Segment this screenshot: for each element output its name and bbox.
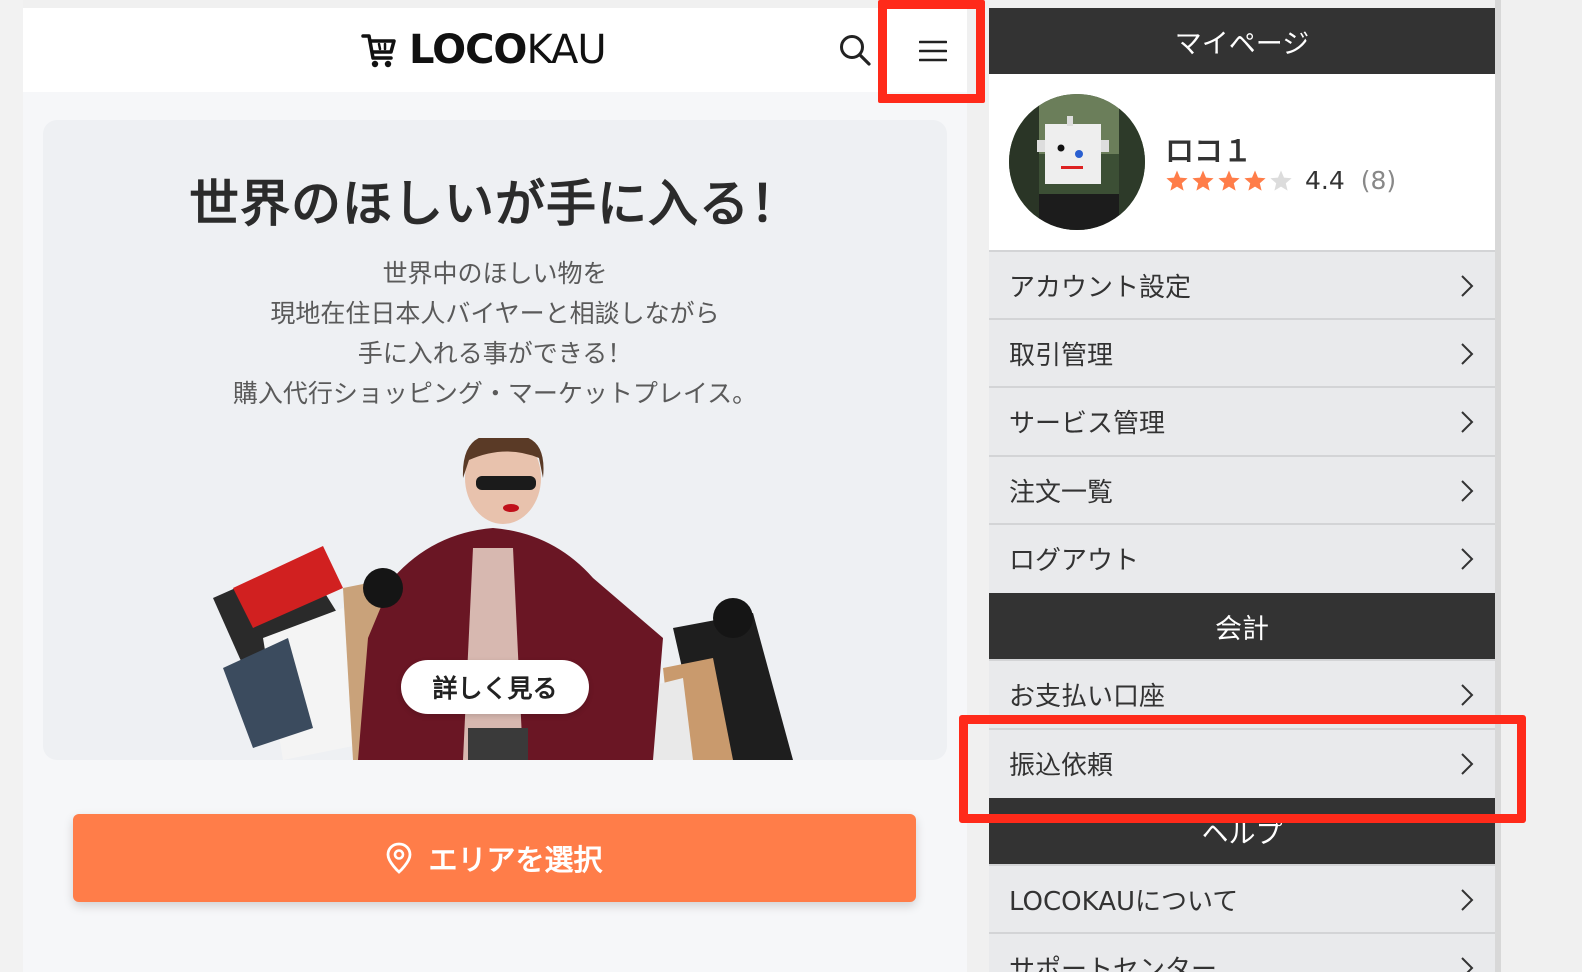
star-filled-icon	[1192, 170, 1214, 191]
chevron-right-icon	[1461, 343, 1474, 365]
cart-icon	[361, 34, 396, 68]
chevron-right-icon	[1461, 684, 1474, 706]
menu-item-payment-account[interactable]: お支払い口座	[989, 659, 1495, 727]
menu-item-account-settings[interactable]: アカウント設定	[989, 250, 1495, 318]
menu-item-logout[interactable]: ログアウト	[989, 523, 1495, 591]
user-profile[interactable]: ロコ１ 4.4 (8)	[989, 74, 1495, 250]
scrollbar-track	[1495, 0, 1501, 972]
hero-description: 世界中のほしい物を 現地在住日本人バイヤーと相談しながら 手に入れる事ができる！…	[43, 254, 947, 414]
screen: LOCOKAU 世界のほしいが手に入る！ 世界中のほしい物を 現地在住日本人バイ…	[0, 0, 1582, 972]
menu-item-about[interactable]: LOCOKAUについて	[989, 864, 1495, 932]
menu-item-service-management[interactable]: サービス管理	[989, 386, 1495, 454]
star-filled-icon	[1244, 170, 1266, 191]
hero-description-line: 購入代行ショッピング・マーケットプレイス。	[232, 379, 758, 408]
location-pin-icon	[387, 842, 412, 874]
hero-banner: 世界のほしいが手に入る！ 世界中のほしい物を 現地在住日本人バイヤーと相談しなが…	[43, 120, 947, 760]
browser-gutter	[0, 0, 23, 972]
help-section-header: ヘルプ	[989, 798, 1495, 864]
menu-item-label: LOCOKAUについて	[1009, 886, 1239, 917]
menu-item-transactions[interactable]: 取引管理	[989, 318, 1495, 386]
main-page: LOCOKAU 世界のほしいが手に入る！ 世界中のほしい物を 現地在住日本人バイ…	[23, 8, 967, 972]
menu-item-label: ログアウト	[1009, 545, 1140, 576]
chevron-right-icon	[1461, 548, 1474, 570]
rating-value: 4.4	[1305, 166, 1345, 195]
chevron-right-icon	[1461, 889, 1474, 911]
menu-item-label: サービス管理	[1009, 408, 1166, 439]
user-name: ロコ１	[1165, 134, 1253, 168]
hero-description-line: 手に入れる事ができる！	[357, 339, 633, 368]
menu-item-transfer-request[interactable]: 振込依頼	[989, 728, 1495, 796]
select-area-button[interactable]: エリアを選択	[73, 814, 916, 902]
hero-title: 世界のほしいが手に入る！	[189, 175, 801, 233]
detail-button[interactable]: 詳しく見る	[401, 660, 589, 714]
select-area-label: エリアを選択	[428, 843, 603, 877]
menu-item-label: 振込依頼	[1009, 750, 1114, 781]
search-icon	[840, 35, 871, 66]
site-header: LOCOKAU	[23, 8, 967, 92]
hero-description-line: 世界中のほしい物を	[382, 259, 608, 288]
star-filled-icon	[1218, 170, 1240, 191]
chevron-right-icon	[1461, 753, 1474, 775]
chevron-right-icon	[1461, 275, 1474, 297]
search-button[interactable]	[833, 28, 877, 72]
menu-item-label: お支払い口座	[1009, 681, 1166, 712]
hamburger-menu-button[interactable]	[887, 6, 979, 96]
menu-item-orders[interactable]: 注文一覧	[989, 455, 1495, 523]
rating: 4.4 (8)	[1165, 166, 1396, 195]
accounting-section-header: 会計	[989, 593, 1495, 659]
side-drawer: マイページ ロコ１ 4.4 (8) アカウント設定 取引管理 サービス管理 注文…	[989, 8, 1495, 972]
menu-item-label: アカウント設定	[1009, 272, 1192, 303]
hero-description-line: 現地在住日本人バイヤーと相談しながら	[270, 299, 720, 328]
review-count: (8)	[1360, 166, 1397, 195]
chevron-right-icon	[1461, 411, 1474, 433]
menu-item-support-center[interactable]: サポートセンター	[989, 932, 1495, 972]
star-filled-icon	[1166, 170, 1188, 191]
chevron-right-icon	[1461, 480, 1474, 502]
avatar	[1009, 94, 1145, 230]
hamburger-icon	[919, 40, 947, 62]
site-logo[interactable]: LOCOKAU	[361, 26, 607, 74]
logo-text: LOCOKAU	[409, 27, 607, 73]
chevron-right-icon	[1461, 957, 1474, 972]
menu-item-label: 取引管理	[1009, 340, 1114, 371]
star-empty-icon	[1270, 170, 1292, 191]
menu-item-label: 注文一覧	[1009, 477, 1114, 508]
mypage-section-header: マイページ	[989, 8, 1495, 74]
menu-item-label: サポートセンター	[1009, 954, 1218, 972]
